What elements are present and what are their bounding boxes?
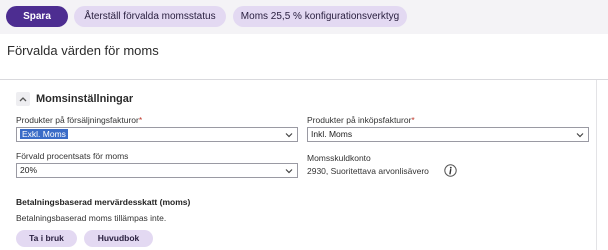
- vat-rate-select[interactable]: 20%: [16, 163, 298, 178]
- info-icon[interactable]: [444, 164, 457, 177]
- cash-vat-note: Betalningsbaserad moms tillämpas inte.: [16, 213, 167, 223]
- general-ledger-button[interactable]: Huvudbok: [84, 230, 153, 247]
- sales-products-label: Produkter på försäljningsfakturor*: [16, 115, 142, 125]
- purchase-products-label: Produkter på inköpsfakturor*: [307, 115, 415, 125]
- divider: [0, 79, 608, 80]
- panel-edge: [596, 80, 597, 250]
- required-mark: *: [138, 115, 143, 125]
- vat-rate-value: 20%: [20, 165, 38, 175]
- vat-rate-label: Förvald procentsats för moms: [16, 151, 129, 161]
- purchase-products-label-text: Produkter på inköpsfakturor: [307, 115, 412, 125]
- sales-products-label-text: Produkter på försäljningsfakturor: [16, 115, 139, 125]
- page-title: Förvalda värden för moms: [7, 43, 159, 58]
- reset-vat-status-button[interactable]: Återställ förvalda momsstatus: [74, 6, 226, 27]
- save-button[interactable]: Spara: [6, 6, 68, 27]
- chevron-down-icon: [285, 166, 293, 174]
- required-mark: *: [411, 115, 415, 125]
- chevron-up-icon[interactable]: [16, 92, 30, 106]
- enable-button[interactable]: Ta i bruk: [16, 230, 77, 247]
- vat-account-label: Momsskuldkonto: [307, 153, 371, 163]
- section-header[interactable]: Momsinställningar: [16, 91, 133, 107]
- section-title: Momsinställningar: [36, 93, 134, 105]
- sales-products-value: Exkl. Moms: [20, 129, 68, 139]
- purchase-products-value: Inkl. Moms: [311, 129, 353, 139]
- sales-products-select[interactable]: Exkl. Moms: [16, 127, 298, 142]
- vat-config-tool-button[interactable]: Moms 25,5 % konfigurationsverktyg: [233, 6, 407, 27]
- chevron-down-icon: [285, 130, 293, 138]
- purchase-products-select[interactable]: Inkl. Moms: [307, 127, 589, 142]
- cash-vat-title: Betalningsbaserad mervärdesskatt (moms): [16, 197, 191, 207]
- toolbar: Spara Återställ förvalda momsstatus Moms…: [0, 0, 608, 34]
- vat-account-value: 2930, Suoritettava arvonlisävero: [307, 166, 429, 176]
- chevron-down-icon: [576, 130, 584, 138]
